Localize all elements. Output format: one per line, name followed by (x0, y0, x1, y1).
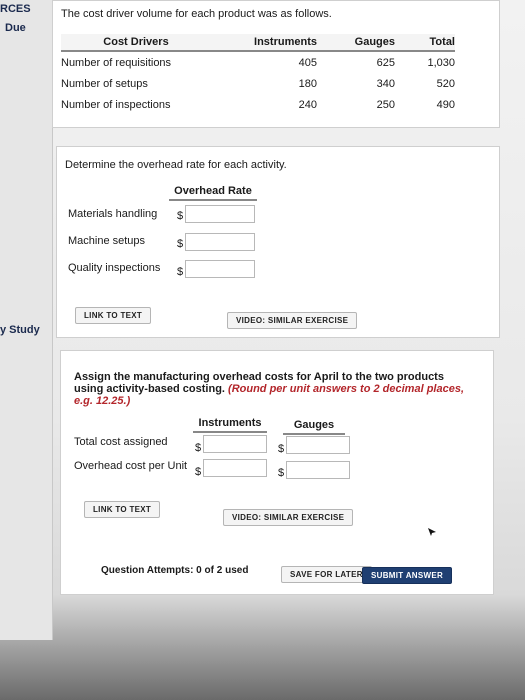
header-rule (169, 199, 257, 201)
cost-driver-table: Cost Drivers Instruments Gauges Total Nu… (61, 34, 455, 115)
header-cost-drivers: Cost Drivers (61, 34, 211, 52)
save-for-later-button[interactable]: SAVE FOR LATER (281, 566, 372, 583)
header-total: Total (395, 34, 455, 52)
overhead-rate-panel: Determine the overhead rate for each act… (56, 146, 500, 338)
row-label-quality-inspections: Quality inspections (68, 262, 161, 274)
cell-instruments: 240 (298, 98, 317, 111)
row-label-total-cost-assigned: Total cost assigned (74, 436, 168, 448)
link-to-text-button[interactable]: LINK TO TEXT (75, 307, 152, 324)
table-row: Number of setups 180 340 520 (61, 73, 455, 94)
cell-total: 520 (436, 77, 455, 90)
machine-setups-input[interactable] (185, 233, 255, 251)
left-rail: RCES Due y Study (0, 0, 53, 640)
gauges-header-label: Gauges (293, 419, 335, 431)
video-similar-exercise-button[interactable]: VIDEO: SIMILAR EXERCISE (227, 312, 358, 329)
overhead-per-unit-gauges-input[interactable] (286, 461, 350, 479)
header-instruments: Instruments (211, 34, 317, 52)
header-gauges: Gauges (317, 34, 395, 52)
quality-inspections-input[interactable] (185, 260, 255, 278)
cell-total: 1,030 (427, 56, 455, 69)
row-label: Number of requisitions (61, 56, 172, 69)
assign-overhead-panel: Assign the manufacturing overhead costs … (60, 350, 494, 595)
instruments-header: Instruments (193, 417, 267, 433)
table-row: Number of requisitions 405 625 1,030 (61, 51, 455, 73)
header-rule (193, 431, 267, 433)
cell-gauges: 340 (376, 77, 395, 90)
materials-handling-input[interactable] (185, 205, 255, 223)
row-label-overhead-cost-per-unit: Overhead cost per Unit (74, 460, 188, 472)
header-rule (283, 433, 345, 435)
video-similar-exercise-button[interactable]: VIDEO: SIMILAR EXERCISE (223, 509, 354, 526)
dollar-sign: $ (177, 238, 184, 250)
question-attempts: Question Attempts: 0 of 2 used (101, 565, 249, 576)
cost-driver-panel: The cost driver volume for each product … (52, 0, 500, 128)
link-to-text-button[interactable]: LINK TO TEXT (84, 501, 161, 518)
due-label[interactable]: Due (5, 22, 26, 34)
instruments-header-label: Instruments (198, 417, 262, 429)
row-label-machine-setups: Machine setups (68, 235, 146, 247)
overhead-rate-question: Determine the overhead rate for each act… (65, 159, 287, 171)
cell-total: 490 (436, 98, 455, 111)
table-row: Number of inspections 240 250 490 (61, 94, 455, 115)
row-label: Number of setups (61, 77, 148, 90)
cell-instruments: 180 (298, 77, 317, 90)
cell-instruments: 405 (298, 56, 317, 69)
cell-gauges: 625 (376, 56, 395, 69)
submit-answer-button[interactable]: SUBMIT ANSWER (362, 567, 453, 584)
total-cost-gauges-input[interactable] (286, 436, 350, 454)
assign-overhead-question: Assign the manufacturing overhead costs … (74, 371, 464, 407)
gauges-header: Gauges (283, 419, 345, 435)
table-header-row: Cost Drivers Instruments Gauges Total (61, 34, 455, 52)
row-label: Number of inspections (61, 98, 171, 111)
mouse-cursor-icon (428, 528, 436, 536)
overhead-rate-header-label: Overhead Rate (174, 185, 252, 197)
total-cost-instruments-input[interactable] (203, 435, 267, 453)
study-label[interactable]: y Study (0, 324, 40, 336)
overhead-per-unit-instruments-input[interactable] (203, 459, 267, 477)
dollar-sign: $ (278, 443, 285, 455)
row-label-materials-handling: Materials handling (68, 208, 158, 220)
cost-driver-intro: The cost driver volume for each product … (61, 8, 332, 20)
dollar-sign: $ (177, 210, 184, 222)
dollar-sign: $ (195, 466, 202, 478)
dollar-sign: $ (177, 266, 184, 278)
resources-label[interactable]: RCES (0, 3, 31, 15)
dollar-sign: $ (195, 442, 202, 454)
overhead-rate-header: Overhead Rate (169, 185, 257, 201)
dollar-sign: $ (278, 467, 285, 479)
screen: RCES Due y Study The cost driver volume … (0, 0, 525, 700)
cell-gauges: 250 (376, 98, 395, 111)
